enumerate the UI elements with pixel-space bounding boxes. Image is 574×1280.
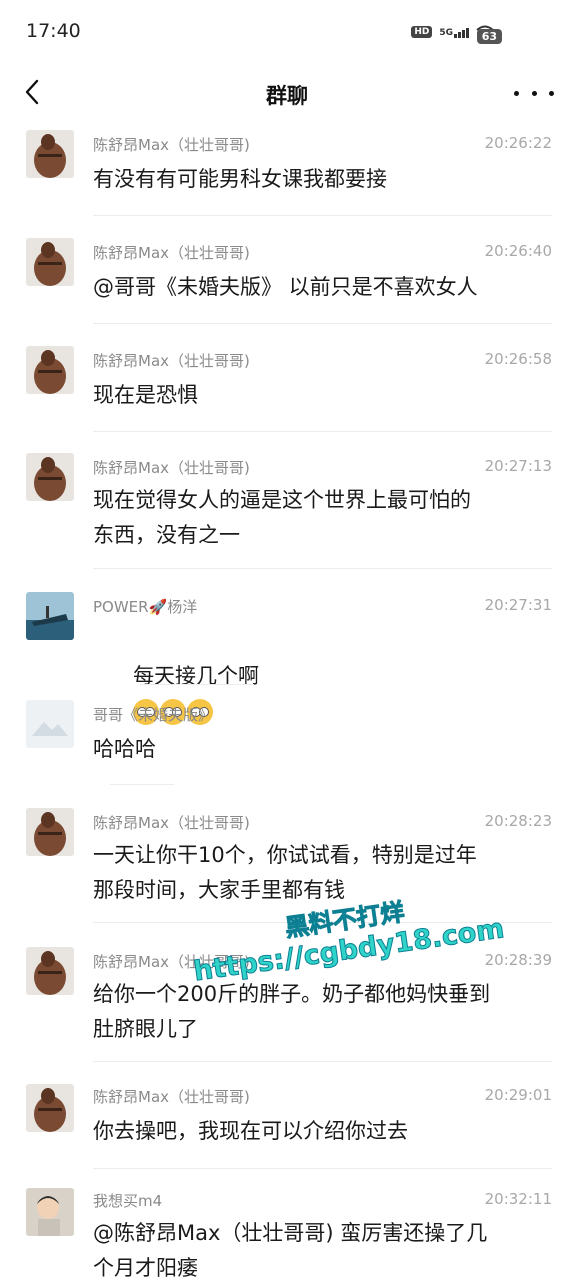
sender-name: 陈舒昂Max（壮壮哥哥) bbox=[93, 136, 250, 154]
divider bbox=[140, 684, 254, 685]
avatar[interactable] bbox=[26, 1084, 74, 1132]
sender-name: 陈舒昂Max（壮壮哥哥) bbox=[93, 244, 250, 262]
avatar[interactable] bbox=[26, 453, 74, 501]
message-time: 20:26:22 bbox=[484, 134, 552, 152]
avatar[interactable] bbox=[26, 947, 74, 995]
chat-message[interactable]: 陈舒昂Max（壮壮哥哥) 20:27:13 现在觉得女人的逼是这个世界上最可怕的… bbox=[0, 445, 574, 575]
more-button[interactable] bbox=[514, 78, 554, 108]
divider bbox=[110, 784, 174, 785]
chat-message[interactable]: 我想买m4 20:32:11 @陈舒昂Max（壮壮哥哥) 蛮厉害还操了几 个月才… bbox=[0, 1184, 574, 1280]
message-time: 20:29:01 bbox=[484, 1086, 552, 1104]
sender-name: 陈舒昂Max（壮壮哥哥) bbox=[93, 814, 250, 832]
avatar[interactable] bbox=[26, 808, 74, 856]
avatar[interactable] bbox=[26, 592, 74, 640]
sender-name: 陈舒昂Max（壮壮哥哥) bbox=[93, 459, 250, 477]
divider bbox=[93, 323, 552, 324]
divider bbox=[93, 1168, 552, 1169]
message-text: 现在觉得女人的逼是这个世界上最可怕的 东西，没有之一 bbox=[93, 488, 471, 547]
page-title: 群聊 bbox=[266, 84, 308, 108]
divider bbox=[93, 215, 552, 216]
more-dots-icon bbox=[514, 90, 519, 96]
status-time: 17:40 bbox=[26, 20, 81, 42]
message-text: 给你一个200斤的胖子。奶子都他妈快垂到 肚脐眼儿了 bbox=[93, 982, 491, 1041]
battery-level: 63 bbox=[476, 29, 502, 44]
chat-message[interactable]: 陈舒昂Max（壮壮哥哥) 20:29:01 你去操吧，我现在可以介绍你过去 bbox=[0, 1078, 574, 1173]
sender-name: 陈舒昂Max（壮壮哥哥) bbox=[93, 352, 250, 370]
chat-message[interactable]: 陈舒昂Max（壮壮哥哥) 20:26:40 @哥哥《未婚夫版》 以前只是不喜欢女… bbox=[0, 230, 574, 325]
hd-icon: HD bbox=[411, 26, 433, 38]
message-text: 有没有有可能男科女课我都要接 bbox=[93, 167, 387, 191]
cell-signal-icon: 5G bbox=[439, 26, 469, 38]
message-time: 20:26:40 bbox=[484, 242, 552, 260]
avatar[interactable] bbox=[26, 238, 74, 286]
avatar[interactable] bbox=[26, 346, 74, 394]
sender-name: POWER🚀杨洋 bbox=[93, 598, 198, 616]
divider bbox=[93, 431, 552, 432]
message-text: @哥哥《未婚夫版》 以前只是不喜欢女人 bbox=[93, 275, 478, 299]
message-time: 20:28:23 bbox=[484, 812, 552, 830]
message-time: 20:26:58 bbox=[484, 350, 552, 368]
chat-message[interactable]: 哥哥《未婚夫版》 哈哈哈 bbox=[0, 692, 574, 792]
avatar[interactable] bbox=[26, 1188, 74, 1236]
network-type: 5G bbox=[439, 28, 453, 38]
divider bbox=[93, 568, 552, 569]
avatar[interactable] bbox=[26, 130, 74, 178]
avatar[interactable] bbox=[26, 700, 74, 748]
message-text: @陈舒昂Max（壮壮哥哥) 蛮厉害还操了几 个月才阳痿 bbox=[93, 1221, 488, 1280]
sender-name: 陈舒昂Max（壮壮哥哥) bbox=[93, 1088, 250, 1106]
chat-message[interactable]: 陈舒昂Max（壮壮哥哥) 20:26:58 现在是恐惧 bbox=[0, 338, 574, 433]
message-time: 20:28:39 bbox=[484, 951, 552, 969]
chat-message[interactable]: POWER🚀杨洋 20:27:31 每天接几个啊 bbox=[0, 584, 574, 725]
message-time: 20:27:31 bbox=[484, 596, 552, 614]
message-time: 20:32:11 bbox=[484, 1190, 552, 1208]
battery-icon: 63 bbox=[476, 25, 502, 44]
message-text: 哈哈哈 bbox=[93, 737, 156, 761]
message-time: 20:27:13 bbox=[484, 457, 552, 475]
message-text: 你去操吧，我现在可以介绍你过去 bbox=[93, 1119, 408, 1143]
divider bbox=[93, 1061, 552, 1062]
chat-header: 群聊 bbox=[0, 64, 574, 122]
message-text: 现在是恐惧 bbox=[93, 383, 198, 407]
chat-message[interactable]: 陈舒昂Max（壮壮哥哥) 20:26:22 有没有有可能男科女课我都要接 bbox=[0, 122, 574, 217]
status-bar: 17:40 HD 5G 63 bbox=[0, 0, 574, 64]
sender-name: 哥哥《未婚夫版》 bbox=[93, 706, 214, 724]
sender-name: 我想买m4 bbox=[93, 1192, 163, 1210]
